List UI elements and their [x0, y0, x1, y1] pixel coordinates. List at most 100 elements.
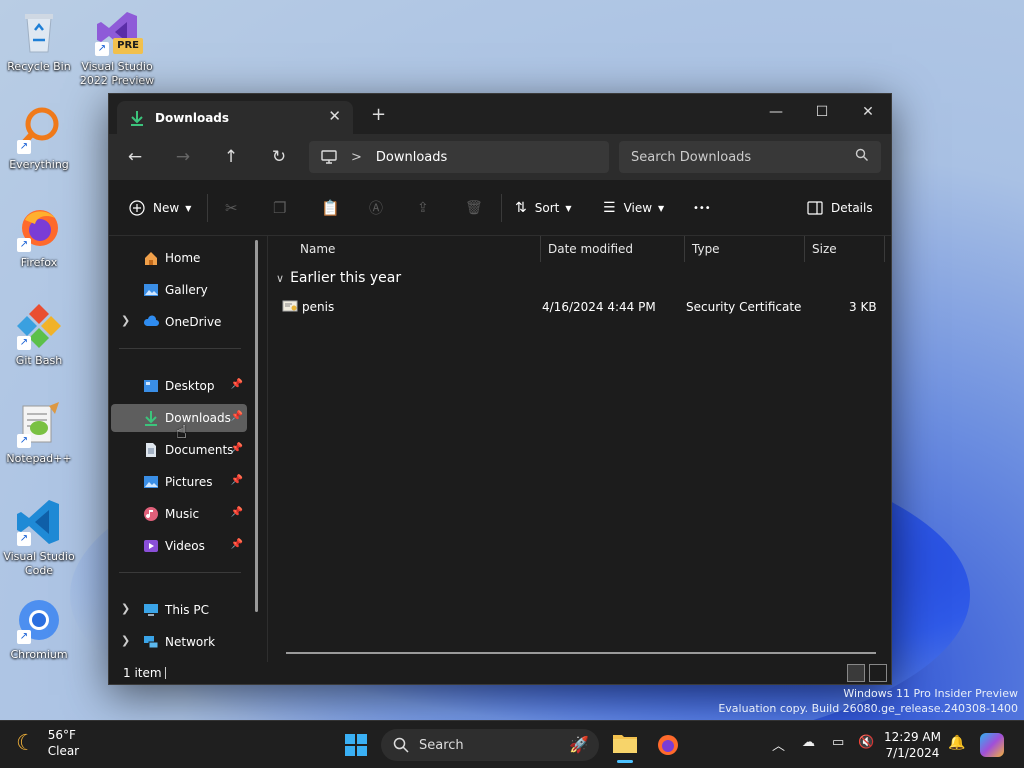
toolbar-divider [501, 194, 502, 222]
title-bar[interactable]: Downloads ✕ + — ☐ ✕ [109, 94, 891, 134]
tiles-view-icon[interactable] [869, 664, 887, 682]
view-label: View [623, 201, 653, 215]
search-placeholder: Search Downloads [631, 149, 752, 165]
maximize-button[interactable]: ☐ [799, 98, 845, 126]
chevron-up-icon[interactable]: ︿ [772, 735, 785, 754]
sidebar-item-gallery[interactable]: Gallery [111, 276, 247, 304]
column-header-type[interactable]: Type [686, 236, 804, 262]
everything-search-icon: ↗ [15, 106, 63, 154]
sidebar-label: Documents [165, 443, 234, 457]
display-icon[interactable]: ▭ [832, 735, 844, 750]
active-indicator [617, 760, 633, 763]
details-pane-button[interactable]: Details [807, 196, 873, 220]
speaker-muted-icon[interactable]: 🔇 [858, 735, 874, 750]
sidebar-label: Videos [165, 539, 205, 553]
back-button[interactable]: ← [119, 143, 151, 171]
column-header-date-modified[interactable]: Date modified [542, 236, 684, 262]
copilot-icon[interactable] [980, 733, 1004, 757]
new-tab-button[interactable]: + [371, 104, 386, 125]
clock[interactable]: 12:29 AM 7/1/2024 [884, 729, 941, 761]
sidebar-divider [119, 572, 241, 573]
horizontal-scrollbar[interactable] [286, 652, 876, 654]
desktop-icon-firefox[interactable]: ↗ Firefox [1, 204, 77, 270]
desktop-icon-chromium[interactable]: ↗ Chromium [1, 596, 77, 662]
minimize-button[interactable]: — [753, 98, 799, 126]
sidebar-item-desktop[interactable]: Desktop 📌 [111, 372, 247, 400]
sort-button[interactable]: ⇅ Sort ▼ [515, 196, 572, 220]
view-button[interactable]: ☰ View ▼ [603, 196, 664, 220]
file-size: 3 KB [849, 300, 877, 314]
desktop-icon-everything[interactable]: ↗ Everything [1, 106, 77, 172]
notification-bell-icon[interactable]: 🔔 [948, 735, 965, 751]
desktop-icon-notepadpp[interactable]: ↗ Notepad++ [1, 400, 77, 466]
navigation-pane: Home Gallery ❯ OneDrive Desktop 📌 Downlo… [109, 236, 265, 662]
group-header[interactable]: ∨ Earlier this year [276, 270, 401, 286]
watermark-line2: Evaluation copy. Build 26080.ge_release.… [718, 702, 1018, 715]
rename-button[interactable]: Ⓐ [369, 196, 383, 220]
copy-button[interactable]: ❐ [273, 196, 286, 220]
sidebar-scrollbar[interactable] [255, 240, 258, 612]
tab-downloads[interactable]: Downloads ✕ [117, 101, 353, 134]
new-button[interactable]: New ▼ [129, 196, 191, 220]
sidebar-item-network[interactable]: ❯ Network [111, 628, 247, 656]
tab-title: Downloads [155, 110, 230, 125]
preview-badge: PRE [113, 38, 143, 54]
sidebar-item-this-pc[interactable]: ❯ This PC [111, 596, 247, 624]
column-divider[interactable] [884, 236, 885, 262]
chevron-down-icon: ▼ [185, 203, 192, 213]
desktop-icon-visual-studio-preview[interactable]: PRE ↗ Visual Studio 2022 Preview [79, 8, 155, 88]
weather-widget[interactable]: ☾ 56°F Clear [16, 727, 79, 759]
chevron-right-icon[interactable]: ❯ [121, 634, 130, 647]
column-divider[interactable] [684, 236, 685, 262]
start-button[interactable] [344, 733, 368, 760]
sidebar-item-pictures[interactable]: Pictures 📌 [111, 468, 247, 496]
taskbar-firefox[interactable] [656, 733, 680, 760]
breadcrumb-downloads[interactable]: Downloads [376, 150, 447, 165]
chevron-right-icon[interactable]: ❯ [121, 314, 130, 327]
sidebar-item-home[interactable]: Home [111, 244, 247, 272]
cloud-offline-icon[interactable]: ☁ [802, 735, 815, 750]
up-button[interactable]: ↑ [215, 143, 247, 171]
column-header-name[interactable]: Name [294, 236, 540, 262]
sidebar-item-videos[interactable]: Videos 📌 [111, 532, 247, 560]
close-window-button[interactable]: ✕ [845, 98, 891, 126]
item-count: 1 item [123, 666, 162, 680]
sidebar-label: Desktop [165, 379, 215, 393]
cut-button[interactable]: ✂ [225, 196, 238, 220]
desktop-icon-recycle-bin[interactable]: Recycle Bin [1, 8, 77, 74]
gallery-icon [143, 282, 159, 298]
taskbar-file-explorer[interactable] [612, 731, 638, 763]
search-input[interactable]: Search Downloads [619, 141, 881, 173]
firefox-icon [658, 735, 678, 755]
paste-button[interactable]: 📋 [321, 196, 340, 220]
refresh-button[interactable]: ↻ [263, 143, 295, 171]
details-view-icon[interactable] [847, 664, 865, 682]
column-divider[interactable] [804, 236, 805, 262]
sidebar-item-onedrive[interactable]: ❯ OneDrive [111, 308, 247, 336]
desktop-icon-vscode[interactable]: ↗ Visual Studio Code [1, 498, 77, 578]
forward-button[interactable]: → [167, 143, 199, 171]
table-row[interactable]: penis 4/16/2024 4:44 PM Security Certifi… [282, 294, 888, 320]
details-label: Details [831, 201, 873, 215]
address-bar[interactable]: > Downloads [309, 141, 609, 173]
home-icon [143, 250, 159, 266]
sidebar-label: Gallery [165, 283, 208, 297]
plus-circle-icon [129, 200, 145, 216]
more-options-button[interactable]: ••• [693, 196, 711, 220]
column-header-size[interactable]: Size [806, 236, 884, 262]
chevron-right-icon[interactable]: ❯ [121, 602, 130, 615]
share-icon: ⇪ [417, 200, 429, 216]
clock-date: 7/1/2024 [885, 746, 940, 760]
sidebar-label: Home [165, 251, 201, 265]
weather-condition: Clear [47, 744, 80, 758]
chevron-down-icon: ∨ [276, 271, 285, 285]
sidebar-item-music[interactable]: Music 📌 [111, 500, 247, 528]
column-divider[interactable] [540, 236, 541, 262]
weather-temp: 56°F [47, 728, 76, 742]
taskbar-search[interactable]: Search 🚀 [381, 729, 599, 761]
desktop-icon-git-bash[interactable]: ↗ Git Bash [1, 302, 77, 368]
close-tab-button[interactable]: ✕ [328, 107, 341, 125]
vscode-icon: ↗ [15, 498, 63, 546]
share-button[interactable]: ⇪ [417, 196, 429, 220]
delete-button[interactable]: 🗑 [465, 196, 483, 220]
